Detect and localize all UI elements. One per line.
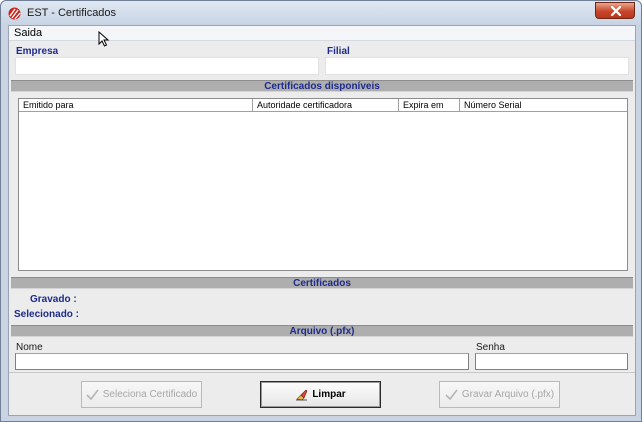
mouse-cursor-icon [98,31,110,47]
main-window: EST - Certificados Saida Empresa Filial … [0,0,642,422]
window-title: EST - Certificados [27,7,117,19]
section-certificados: Certificados [11,277,633,289]
filial-field [325,57,629,75]
nome-label: Nome [16,342,43,353]
senha-label: Senha [476,342,505,353]
grid-header: Emitido para Autoridade certificadora Ex… [19,99,627,112]
menu-item-saida[interactable]: Saida [14,27,42,39]
senha-input[interactable] [475,353,628,370]
section-title-certificados: Certificados [293,278,351,289]
seleciona-certificado-button[interactable]: Seleciona Certificado [81,381,202,408]
section-certificados-disponiveis: Certificados disponíveis [11,80,633,92]
column-header-emitido-para[interactable]: Emitido para [19,99,253,111]
column-header-expira-em[interactable]: Expira em [399,99,460,111]
gravar-arquivo-label: Gravar Arquivo (.pfx) [461,389,555,400]
empresa-field [15,57,319,75]
title-bar[interactable]: EST - Certificados [1,1,641,25]
section-title-disponiveis: Certificados disponíveis [264,81,380,92]
selecionado-label: Selecionado : [14,309,80,320]
close-icon [610,5,622,17]
certificates-grid[interactable]: Emitido para Autoridade certificadora Ex… [18,98,628,271]
limpar-label: Limpar [312,389,346,400]
gravar-arquivo-button[interactable]: Gravar Arquivo (.pfx) [439,381,560,408]
checkmark-icon [445,389,458,401]
close-button[interactable] [595,2,635,19]
checkmark-icon [86,389,99,401]
filial-label: Filial [327,46,350,57]
empresa-label: Empresa [16,46,59,57]
section-arquivo: Arquivo (.pfx) [11,325,633,337]
column-header-numero-serial[interactable]: Número Serial [460,99,627,111]
column-header-autoridade[interactable]: Autoridade certificadora [253,99,399,111]
gravado-label: Gravado : [30,294,77,305]
limpar-button[interactable]: Limpar [260,381,381,408]
nome-input[interactable] [15,353,469,370]
button-row: Seleciona Certificado Limpar Gravar Arqu… [9,372,635,415]
eraser-icon [296,389,308,401]
app-logo-icon [8,7,21,20]
seleciona-certificado-label: Seleciona Certificado [102,389,198,400]
section-title-arquivo: Arquivo (.pfx) [289,326,355,337]
client-area: Saida Empresa Filial Certificados dispon… [8,25,636,416]
